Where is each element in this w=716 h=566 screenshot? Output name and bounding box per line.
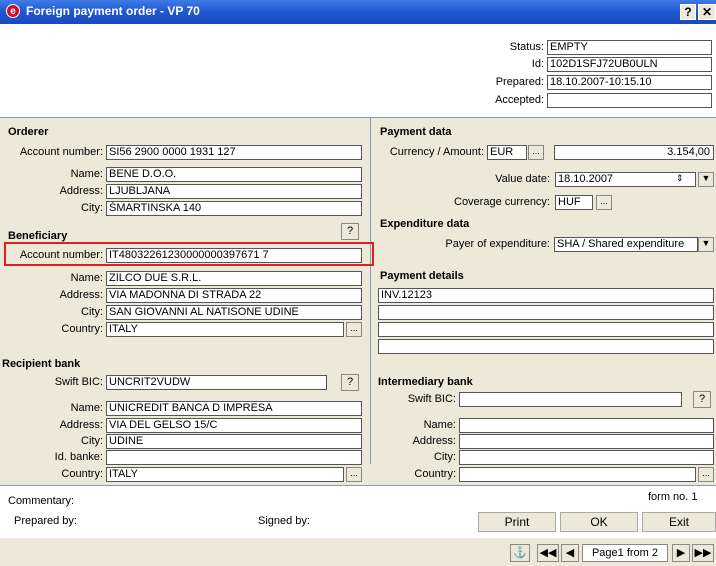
intermediary-country-label: Country: — [414, 468, 456, 480]
value-date-label: Value date: — [495, 173, 550, 185]
recipient-swift-field[interactable]: UNCRIT2VUDW — [106, 375, 327, 390]
last-page-button[interactable]: ▶▶ — [692, 544, 714, 562]
beneficiary-country-lookup-button[interactable]: ... — [346, 322, 362, 337]
payment-details-title: Payment details — [380, 270, 464, 282]
recipient-country-field[interactable]: ITALY — [106, 467, 344, 482]
prepared-by-label: Prepared by: — [14, 515, 77, 527]
payer-dropdown-button[interactable]: ▼ — [698, 237, 714, 252]
column-divider — [370, 118, 371, 464]
orderer-name-field[interactable]: BENE D.O.O. — [106, 167, 362, 182]
prepared-label: Prepared: — [495, 76, 544, 88]
recipient-country-label: Country: — [61, 468, 103, 480]
next-page-button[interactable]: ▶ — [672, 544, 690, 562]
accepted-field — [547, 93, 712, 108]
amount-field[interactable]: 3.154,00 — [554, 145, 714, 160]
accepted-label: Accepted: — [495, 94, 544, 106]
ok-button[interactable]: OK — [560, 512, 638, 532]
beneficiary-city-label: City: — [81, 306, 103, 318]
recipient-name-field[interactable]: UNICREDIT BANCA D IMPRESA — [106, 401, 362, 416]
payment-details-line[interactable] — [378, 305, 714, 320]
intermediary-address-label: Address: — [412, 435, 456, 447]
orderer-address-label: Address: — [59, 185, 103, 197]
orderer-address-field[interactable]: LJUBLJANA — [106, 184, 362, 199]
close-button[interactable]: ✕ — [698, 4, 716, 20]
orderer-account-field[interactable]: SI56 2900 0000 1931 127 — [106, 145, 362, 160]
recipient-idbank-label: Id. banke: — [54, 451, 103, 463]
intermediary-help-button[interactable]: ? — [693, 391, 711, 408]
beneficiary-city-field[interactable]: SAN GIOVANNI AL NATISONE UDINE — [106, 305, 362, 320]
orderer-account-label: Account number: — [19, 146, 103, 158]
spinner-icon[interactable]: ⇕ — [676, 173, 684, 184]
expenditure-title: Expenditure data — [380, 218, 470, 230]
payer-select[interactable]: SHA / Shared expenditure — [554, 237, 698, 252]
currency-amount-label: Currency / Amount: — [389, 146, 484, 158]
help-button[interactable]: ? — [680, 4, 696, 20]
anchor-icon[interactable]: ⚓ — [510, 544, 530, 562]
recipient-swift-label: Swift BIC: — [54, 376, 103, 388]
coverage-field[interactable]: HUF — [555, 195, 593, 210]
beneficiary-help-button[interactable]: ? — [341, 223, 359, 240]
recipient-address-field[interactable]: VIA DEL GELSO 15/C — [106, 418, 362, 433]
page-info: Page1 from 2 — [582, 544, 668, 562]
footer-divider — [0, 485, 716, 486]
payment-details-line[interactable]: INV.12123 — [378, 288, 714, 303]
orderer-title: Orderer — [8, 126, 49, 138]
beneficiary-account-field[interactable]: IT48032261230000000397671 7 — [106, 248, 362, 263]
first-page-button[interactable]: ◀◀ — [537, 544, 559, 562]
payment-data-title: Payment data — [380, 126, 452, 138]
signed-by-label: Signed by: — [258, 515, 310, 527]
recipient-city-field[interactable]: UDINE — [106, 434, 362, 449]
intermediary-swift-label: Swift BIC: — [407, 393, 456, 405]
value-date-field[interactable]: 18.10.2007 — [555, 172, 696, 187]
beneficiary-name-field[interactable]: ZILCO DUE S.R.L. — [106, 271, 362, 286]
orderer-name-label: Name: — [70, 168, 103, 180]
exit-button[interactable]: Exit — [642, 512, 716, 532]
orderer-city-field[interactable]: ŠMARTINSKA 140 — [106, 201, 362, 216]
prev-page-button[interactable]: ◀ — [561, 544, 579, 562]
orderer-city-label: City: — [81, 202, 103, 214]
form-number: form no. 1 — [648, 491, 698, 503]
intermediary-city-label: City: — [434, 451, 456, 463]
prepared-field: 18.10.2007-10:15.10 — [547, 75, 712, 90]
beneficiary-country-field[interactable]: ITALY — [106, 322, 344, 337]
id-field: 102D1SFJ72UB0ULN — [547, 57, 712, 72]
header-divider — [0, 117, 716, 118]
currency-lookup-button[interactable]: ... — [528, 145, 544, 160]
payment-details-line[interactable] — [378, 322, 714, 337]
date-dropdown-button[interactable]: ▼ — [698, 172, 714, 187]
recipient-bank-title: Recipient bank — [2, 358, 81, 370]
intermediary-country-field[interactable] — [459, 467, 696, 482]
recipient-city-label: City: — [81, 435, 103, 447]
intermediary-title: Intermediary bank — [378, 376, 473, 388]
beneficiary-address-field[interactable]: VIA MADONNA DI STRADA 22 — [106, 288, 362, 303]
intermediary-name-label: Name: — [423, 419, 456, 431]
beneficiary-country-label: Country: — [61, 323, 103, 335]
beneficiary-title: Beneficiary — [8, 230, 68, 242]
recipient-idbank-field[interactable] — [106, 450, 362, 465]
payer-label: Payer of expenditure: — [445, 238, 550, 250]
beneficiary-address-label: Address: — [59, 289, 103, 301]
app-icon: e — [6, 4, 20, 18]
intermediary-swift-field[interactable] — [459, 392, 682, 407]
beneficiary-name-label: Name: — [70, 272, 103, 284]
currency-field[interactable]: EUR — [487, 145, 527, 160]
intermediary-address-field[interactable] — [459, 434, 714, 449]
recipient-help-button[interactable]: ? — [341, 374, 359, 391]
recipient-country-lookup-button[interactable]: ... — [346, 467, 362, 482]
print-button[interactable]: Print — [478, 512, 556, 532]
commentary-label: Commentary: — [8, 495, 75, 507]
beneficiary-account-label: Account number: — [19, 249, 103, 261]
id-label: Id: — [531, 58, 544, 70]
coverage-lookup-button[interactable]: ... — [596, 195, 612, 210]
status-field: EMPTY — [547, 40, 712, 55]
status-label: Status: — [509, 41, 544, 53]
intermediary-country-lookup-button[interactable]: ... — [698, 467, 714, 482]
recipient-name-label: Name: — [70, 402, 103, 414]
window-title: Foreign payment order - VP 70 — [26, 4, 200, 18]
payment-details-line[interactable] — [378, 339, 714, 354]
intermediary-name-field[interactable] — [459, 418, 714, 433]
recipient-address-label: Address: — [59, 419, 103, 431]
coverage-label: Coverage currency: — [454, 196, 550, 208]
intermediary-city-field[interactable] — [459, 450, 714, 465]
